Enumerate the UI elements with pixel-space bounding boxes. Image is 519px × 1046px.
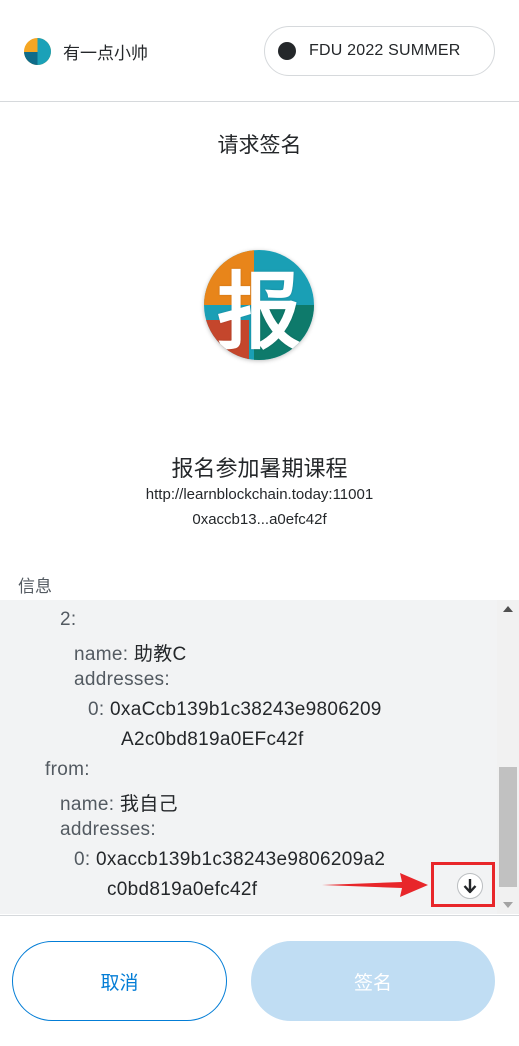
message-value: 助教C xyxy=(133,644,187,665)
scroll-to-bottom-button[interactable] xyxy=(457,873,483,899)
message-line: name: 我自己 xyxy=(60,789,178,816)
message-line: name: 助教C xyxy=(74,639,187,666)
message-line: c0bd819a0efc42f xyxy=(107,879,257,901)
site-icon: 报 xyxy=(204,250,314,360)
scroll-down-arrow-icon[interactable] xyxy=(503,902,513,908)
message-line: addresses: xyxy=(60,819,156,841)
cancel-button[interactable]: 取消 xyxy=(12,941,227,1021)
red-arrow-icon xyxy=(322,873,428,897)
message-key: addresses: xyxy=(60,819,156,840)
network-selector[interactable]: FDU 2022 SUMMER xyxy=(264,26,495,76)
account-avatar xyxy=(24,37,51,65)
network-label: FDU 2022 SUMMER xyxy=(309,42,461,59)
network-dot-icon xyxy=(278,42,296,60)
site-origin: http://learnblockchain.today:11001 xyxy=(145,486,374,503)
message-key: 0: xyxy=(88,699,105,720)
page-title: 请求签名 xyxy=(217,133,302,157)
header: 有一点小帅 FDU 2022 SUMMER xyxy=(0,0,519,102)
message-key: 0: xyxy=(74,849,91,870)
message-value: 我自己 xyxy=(119,794,178,815)
account-selector[interactable]: 有一点小帅 xyxy=(24,37,148,65)
message-value: 0xaccb139b1c38243e9806209a2 xyxy=(96,849,386,870)
message-value: c0bd819a0efc42f xyxy=(107,879,258,900)
message-line: 2: xyxy=(60,609,76,631)
message-key: name: xyxy=(60,794,115,815)
message-line: A2c0bd819a0EFc42f xyxy=(121,729,304,751)
scroll-thumb[interactable] xyxy=(499,767,517,887)
message-key: name: xyxy=(74,644,129,665)
message-line: addresses: xyxy=(74,669,170,691)
footer-divider xyxy=(0,915,519,916)
site-name: 报名参加暑期课程 xyxy=(171,457,348,482)
message-scrollbar[interactable] xyxy=(497,600,519,914)
message-line: from: xyxy=(45,759,90,781)
site-address: 0xaccb13...a0efc42f xyxy=(192,511,327,528)
account-name: 有一点小帅 xyxy=(63,43,148,64)
message-key: 2: xyxy=(60,609,77,630)
message-label: 信息 xyxy=(18,577,52,597)
message-key: from: xyxy=(45,759,90,780)
message-key: addresses: xyxy=(74,669,170,690)
arrow-down-icon xyxy=(463,879,477,894)
site-icon-char: 报 xyxy=(216,262,301,361)
sign-button[interactable]: 签名 xyxy=(251,941,495,1021)
message-line: 0: 0xaCcb139b1c38243e9806209 xyxy=(88,699,382,721)
message-value: 0xaCcb139b1c38243e9806209 xyxy=(110,699,382,720)
message-value: A2c0bd819a0EFc42f xyxy=(121,729,304,750)
scroll-up-arrow-icon[interactable] xyxy=(503,606,513,612)
